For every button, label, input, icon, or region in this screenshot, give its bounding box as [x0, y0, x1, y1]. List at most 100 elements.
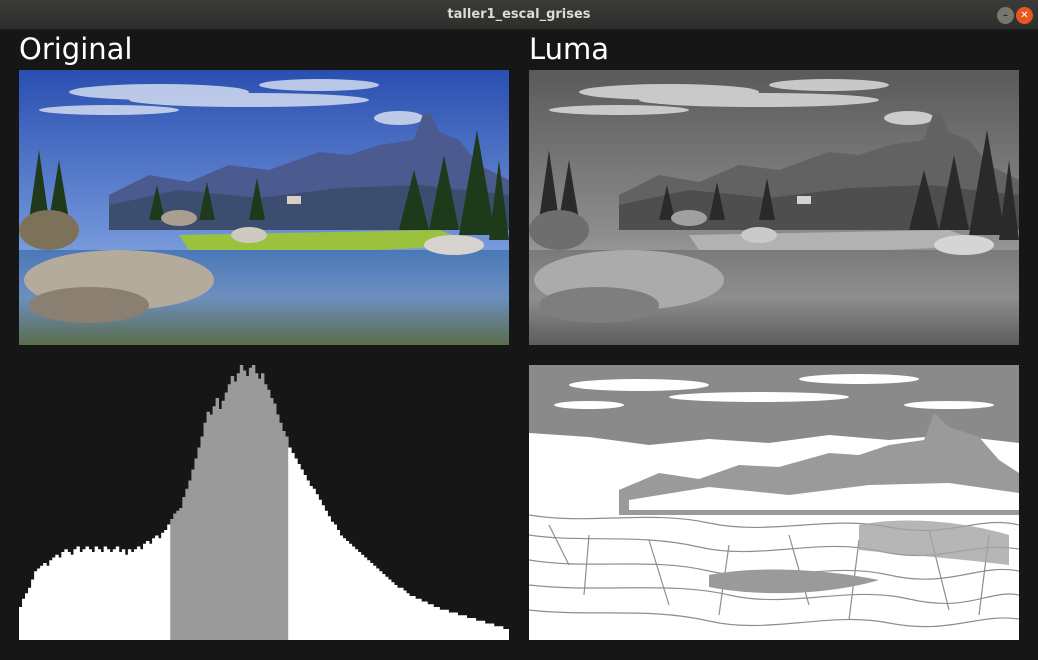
histogram-bar [339, 535, 344, 640]
histogram-bar [206, 411, 210, 640]
histogram-bar [384, 576, 389, 640]
histogram-bar [121, 549, 126, 640]
histogram-bar [227, 384, 232, 640]
histogram-bar [436, 607, 440, 640]
histogram-bar [282, 431, 286, 640]
minimize-icon[interactable]: – [997, 7, 1014, 24]
histogram-bar [424, 601, 428, 640]
histogram-bar [191, 469, 195, 640]
histogram-bar [251, 365, 256, 640]
histogram-bar [363, 557, 368, 640]
histogram-bar [454, 612, 458, 640]
histogram-bar [306, 480, 310, 640]
histogram-bar [143, 543, 147, 640]
segmented-image [529, 365, 1019, 640]
histogram-bar [348, 543, 353, 640]
histogram-bar [233, 381, 238, 640]
histogram-bar [487, 623, 492, 640]
histogram-bar [372, 565, 377, 640]
histogram-bar [499, 626, 504, 640]
histogram-bar [490, 623, 495, 640]
histogram-bar [357, 552, 362, 640]
histogram-bar [254, 373, 259, 640]
histogram-bar [173, 513, 177, 640]
histogram-bar [427, 604, 431, 640]
histogram-bar [484, 623, 489, 640]
histogram-bar [291, 453, 295, 640]
histogram-bar [170, 519, 174, 640]
luma-label: Luma [529, 32, 610, 66]
original-image [19, 70, 509, 345]
histogram-bar [415, 598, 419, 640]
histogram-bar [215, 398, 220, 640]
histogram-bar [67, 552, 71, 640]
histogram-bar [264, 384, 268, 640]
histogram-bar [88, 549, 92, 640]
histogram-bar [469, 618, 474, 640]
window-title: taller1_escal_grises [447, 7, 591, 22]
histogram-bar [85, 546, 89, 640]
histogram-bar [52, 557, 56, 640]
histogram-bar [245, 376, 250, 640]
histogram-bar [360, 554, 365, 640]
original-label: Original [19, 32, 133, 66]
histogram-bar [273, 403, 277, 640]
histogram-bar [448, 612, 452, 640]
histogram-bar [475, 620, 480, 640]
histogram-bar [472, 618, 477, 640]
histogram-bar [179, 508, 183, 640]
histogram-bar [460, 615, 465, 640]
histogram-bar [336, 530, 341, 640]
histogram-bar [136, 546, 141, 640]
histogram-bar [442, 609, 446, 640]
histogram-bar [230, 376, 235, 640]
histogram-bar [391, 582, 395, 640]
histogram-bar [164, 530, 168, 640]
histogram-bar [130, 552, 135, 640]
histogram-bar [351, 546, 356, 640]
luma-image [529, 70, 1019, 345]
histogram-bar [312, 488, 316, 640]
histogram-bar [375, 568, 380, 640]
histogram-bar [185, 488, 189, 640]
histogram-bar [43, 563, 47, 640]
histogram-bar [176, 510, 180, 640]
window-titlebar[interactable]: taller1_escal_grises – ✕ [0, 0, 1038, 30]
histogram-bar [167, 524, 171, 640]
histogram-bar [366, 560, 371, 640]
histogram-bar [242, 370, 247, 640]
histogram-bar [324, 510, 328, 640]
histogram-bar [25, 593, 29, 640]
histogram-bar [421, 601, 425, 640]
histogram-bar [345, 541, 350, 640]
histogram-bar [194, 458, 198, 640]
histogram-bar [200, 436, 204, 640]
histogram-bar [457, 615, 461, 640]
histogram-bar [127, 549, 132, 640]
histogram-bar [239, 365, 244, 640]
histogram-bar [354, 549, 359, 640]
histogram-bar [394, 585, 398, 640]
histogram-bar [73, 549, 77, 640]
histogram-bar [403, 590, 407, 640]
histogram-bar [158, 538, 162, 640]
image-canvas: Original Luma [0, 30, 1038, 660]
histogram-bar [64, 549, 68, 640]
histogram-bar [300, 469, 304, 640]
histogram-bar [315, 494, 319, 640]
histogram-bar [493, 626, 498, 640]
histogram-bar [445, 609, 449, 640]
histogram-bar [466, 618, 471, 640]
histogram-bar [378, 571, 383, 640]
histogram-bar [37, 568, 41, 640]
histogram-bar [182, 497, 186, 640]
histogram-bar [31, 579, 35, 640]
histogram-bar [463, 615, 468, 640]
histogram-bar [236, 373, 241, 640]
histogram-bar [321, 505, 325, 640]
histogram-bar [303, 475, 307, 640]
histogram-bar [19, 607, 23, 640]
histogram-bar [330, 521, 334, 640]
close-icon[interactable]: ✕ [1016, 7, 1033, 24]
histogram-bar [218, 409, 223, 640]
